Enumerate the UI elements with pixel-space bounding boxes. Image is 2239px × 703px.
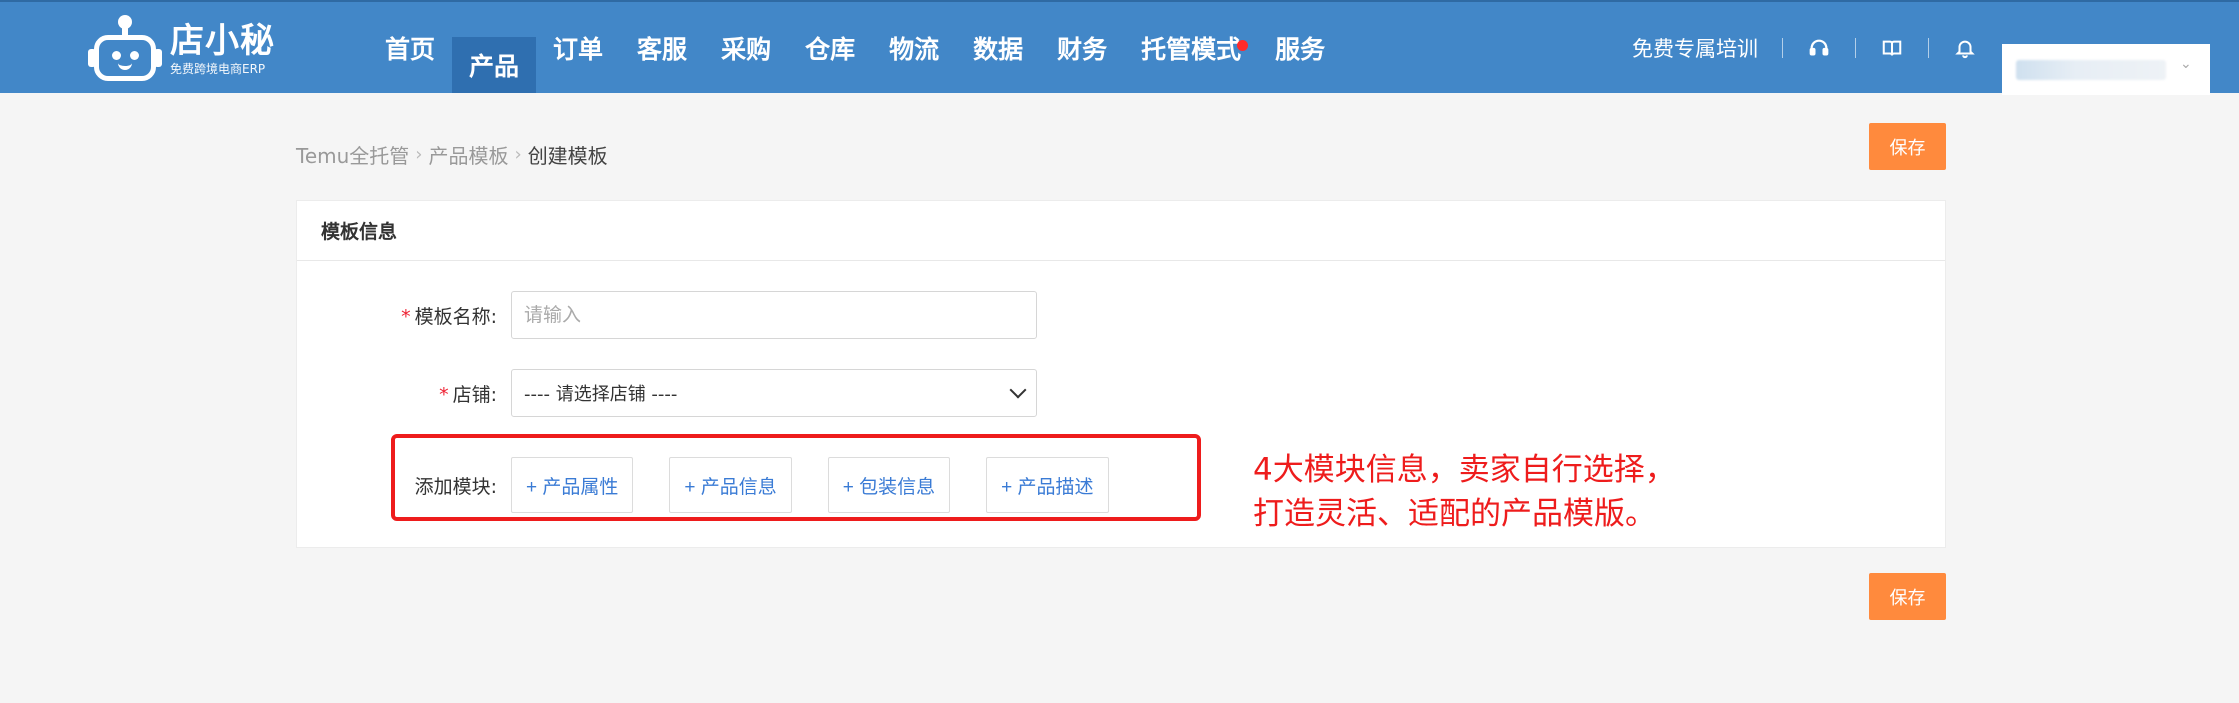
nav-item-logistics[interactable]: 物流 (872, 2, 956, 93)
breadcrumb: Temu全托管 › 产品模板 › 创建模板 (296, 140, 608, 169)
robot-logo-icon (88, 15, 162, 83)
divider (1855, 37, 1856, 58)
nav-item-data[interactable]: 数据 (956, 2, 1040, 93)
template-name-row: * 模板名称: (297, 291, 1037, 339)
top-navigation-bar: 店小秘 免费跨境电商ERP 首页 产品 订单 客服 采购 仓库 物流 数据 财务… (0, 0, 2239, 95)
save-button-top[interactable]: 保存 (1869, 123, 1946, 170)
breadcrumb-item-temu[interactable]: Temu全托管 (296, 140, 409, 169)
shop-select[interactable]: ---- 请选择店铺 ---- (511, 369, 1037, 417)
divider (1782, 37, 1783, 58)
nav-item-products[interactable]: 产品 (452, 37, 537, 93)
nav-item-purchasing[interactable]: 采购 (704, 2, 788, 93)
nav-item-services[interactable]: 服务 (1258, 2, 1342, 93)
logo-name: 店小秘 (170, 21, 275, 61)
nav-item-home[interactable]: 首页 (368, 2, 452, 93)
logo[interactable]: 店小秘 免费跨境电商ERP (88, 14, 275, 84)
nav-item-finance[interactable]: 财务 (1040, 2, 1124, 93)
nav-item-hosting-mode[interactable]: 托管模式 (1124, 2, 1258, 93)
nav-item-orders[interactable]: 订单 (536, 2, 620, 93)
chevron-right-icon: › (415, 144, 423, 165)
template-name-label: * 模板名称: (401, 305, 497, 328)
shop-label: * 店铺: (439, 383, 497, 406)
avatar (2016, 60, 2166, 80)
shop-select-value: ---- 请选择店铺 ---- (524, 384, 678, 405)
annotation-text: 4大模块信息，卖家自行选择， 打造灵活、适配的产品模版。 (1253, 452, 1676, 532)
user-account-menu[interactable]: ⌄ (2002, 44, 2210, 95)
chevron-down-icon (1009, 381, 1027, 399)
book-icon[interactable] (1880, 36, 1904, 60)
template-name-input[interactable] (511, 291, 1037, 339)
notification-dot (1237, 40, 1249, 51)
annotation-highlight-box (391, 434, 1201, 521)
breadcrumb-item-product-templates[interactable]: 产品模板 (428, 140, 508, 169)
chevron-down-icon: ⌄ (2180, 56, 2192, 72)
chevron-right-icon: › (514, 144, 522, 165)
divider (1928, 37, 1929, 58)
headset-icon[interactable] (1807, 36, 1831, 60)
free-training-link[interactable]: 免费专属培训 (1632, 33, 1758, 63)
logo-subtitle: 免费跨境电商ERP (170, 62, 266, 76)
nav-item-warehouse[interactable]: 仓库 (788, 2, 872, 93)
save-button-bottom[interactable]: 保存 (1869, 573, 1946, 620)
breadcrumb-item-create-template: 创建模板 (527, 144, 608, 168)
bell-icon[interactable] (1953, 36, 1977, 60)
shop-row: * 店铺: ---- 请选择店铺 ---- (297, 369, 1037, 417)
card-title: 模板信息 (297, 201, 1945, 261)
main-nav: 首页 产品 订单 客服 采购 仓库 物流 数据 财务 托管模式 服务 (368, 2, 1342, 93)
nav-item-customer-service[interactable]: 客服 (620, 2, 704, 93)
